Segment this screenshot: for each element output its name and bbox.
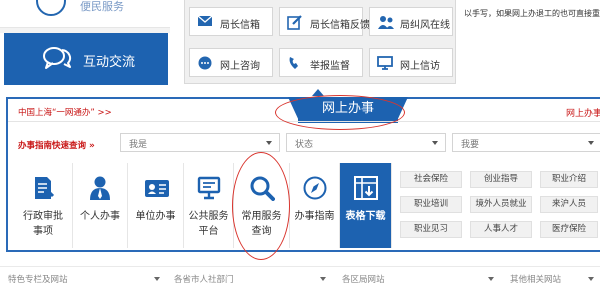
- tag-social-insurance[interactable]: 社会保险: [400, 171, 462, 188]
- category-label: 公共服务 平台: [184, 209, 233, 239]
- service-director-mailbox[interactable]: 局长信箱: [189, 7, 273, 36]
- service-panel: 局长信箱 局长信箱反馈 局纠风在线 网上咨询 举报监督 网上信访: [184, 0, 456, 84]
- tag-personnel-talent[interactable]: 人事人才: [470, 221, 532, 238]
- category-guide[interactable]: 办事指南: [290, 163, 340, 248]
- select-want-value: 我要: [461, 140, 480, 150]
- select-special-columns[interactable]: 特色专栏及网站: [6, 270, 164, 288]
- bottom-divider: [0, 266, 600, 267]
- tag-vocational-training[interactable]: 职业培训: [400, 196, 462, 213]
- people-icon: [377, 14, 395, 33]
- tag-migrants[interactable]: 来沪人员: [540, 196, 598, 213]
- category-label: 行政审批 事项: [14, 209, 72, 239]
- select-status-value: 状态: [295, 140, 314, 150]
- service-label: 网上咨询: [220, 61, 260, 72]
- select-identity-value: 我是: [129, 140, 148, 150]
- category-label-line2: 事项: [33, 226, 53, 237]
- select-want[interactable]: 我要: [452, 133, 600, 152]
- chevron-down-icon: [266, 141, 272, 145]
- quick-query-text: 办事指南快速查询: [18, 141, 87, 151]
- category-label-line1: 公共服务: [188, 211, 229, 222]
- chat-icon: [197, 55, 213, 74]
- top-band: 便民服务 互动交流 局长信箱 局长信箱反馈 局纠风在线 网上咨询 举报监督 网上…: [0, 0, 600, 95]
- category-label-line1: 个人办事: [80, 211, 120, 222]
- chevron-down-icon: [588, 277, 594, 281]
- chevron-down-icon: [588, 141, 594, 145]
- screen-icon: [196, 175, 222, 201]
- chat-bubbles-icon: [42, 45, 72, 74]
- category-label-line2: 平台: [198, 226, 219, 237]
- service-label: 网上信访: [400, 61, 440, 72]
- breadcrumb[interactable]: 中国上海“一网通办” >>: [18, 106, 112, 118]
- service-online-petition[interactable]: 网上信访: [369, 48, 453, 77]
- service-mailbox-feedback[interactable]: 局长信箱反馈: [279, 7, 370, 36]
- notice-text: 以手写，如果网上办退工的也可直接重: [464, 9, 600, 18]
- service-report-supervision[interactable]: 举报监督: [279, 48, 363, 77]
- chevron-down-icon: [320, 277, 326, 281]
- select-value: 各省市人社部门: [174, 275, 234, 285]
- service-label: 举报监督: [310, 61, 350, 72]
- document-icon: [30, 175, 56, 201]
- category-public-platform[interactable]: 公共服务 平台: [184, 163, 234, 248]
- chevron-down-icon: [154, 277, 160, 281]
- category-label: 办事指南: [290, 209, 339, 224]
- select-value: 特色专栏及网站: [8, 275, 68, 285]
- chevron-down-icon: [432, 141, 438, 145]
- category-organization[interactable]: 单位办事: [128, 163, 184, 248]
- breadcrumb-text: 中国上海“一网通办”: [18, 108, 95, 118]
- select-value: 其他相关网站: [510, 275, 562, 285]
- right-section-label[interactable]: 网上办事: [566, 106, 600, 119]
- edit-icon: [287, 14, 303, 33]
- tag-startup-guidance[interactable]: 创业指导: [470, 171, 532, 188]
- annotation-circle-tab: [275, 95, 405, 130]
- category-label: 个人办事: [73, 209, 127, 224]
- chevron-down-icon: [488, 277, 494, 281]
- tag-internship[interactable]: 职业见习: [400, 221, 462, 238]
- category-label-line1: 表格下载: [345, 211, 386, 222]
- category-label-line1: 办事指南: [294, 211, 335, 222]
- category-admin-approval[interactable]: 行政审批 事项: [14, 163, 73, 248]
- service-label: 局长信箱反馈: [310, 20, 370, 31]
- category-label-line1: 单位办事: [135, 211, 176, 222]
- compass-icon: [302, 175, 328, 201]
- select-district-sites[interactable]: 各区局网站: [340, 270, 498, 288]
- service-label: 局纠风在线: [400, 20, 450, 31]
- category-label: 表格下载: [340, 209, 391, 224]
- category-form-download[interactable]: 表格下载: [340, 163, 392, 248]
- mail-icon: [197, 14, 213, 31]
- convenience-icon: [36, 0, 66, 16]
- select-status[interactable]: 状态: [286, 133, 446, 152]
- id-card-icon: [143, 175, 169, 201]
- service-ethics-online[interactable]: 局纠风在线: [369, 7, 453, 36]
- annotation-circle-query: [232, 152, 290, 260]
- service-online-consult[interactable]: 网上咨询: [189, 48, 273, 77]
- double-arrow-icon: »: [88, 141, 95, 151]
- select-value: 各区局网站: [342, 275, 385, 285]
- monitor-icon: [377, 55, 393, 74]
- service-label: 局长信箱: [220, 20, 260, 31]
- table-download-icon: [353, 175, 379, 201]
- category-label: 单位办事: [128, 209, 183, 224]
- person-icon: [87, 175, 113, 201]
- quick-query-label: 办事指南快速查询 »: [18, 139, 95, 151]
- breadcrumb-arrow: >>: [97, 108, 112, 118]
- tag-job-referral[interactable]: 职业介绍: [540, 171, 598, 188]
- nav-item-interaction[interactable]: 互动交流: [4, 33, 168, 85]
- nav-item-convenience-label: 便民服务: [80, 0, 124, 13]
- nav-item-interaction-label: 互动交流: [83, 55, 136, 70]
- nav-item-convenience[interactable]: 便民服务: [0, 0, 170, 28]
- category-label-line1: 行政审批: [23, 211, 63, 222]
- select-provincial-depts[interactable]: 各省市人社部门: [172, 270, 330, 288]
- select-identity[interactable]: 我是: [120, 133, 280, 152]
- tag-medical-insurance[interactable]: 医疗保险: [540, 221, 598, 238]
- select-other-sites[interactable]: 其他相关网站: [508, 270, 598, 288]
- category-personal[interactable]: 个人办事: [73, 163, 128, 248]
- tag-foreign-employment[interactable]: 境外人员就业: [470, 196, 532, 213]
- phone-icon: [287, 55, 303, 74]
